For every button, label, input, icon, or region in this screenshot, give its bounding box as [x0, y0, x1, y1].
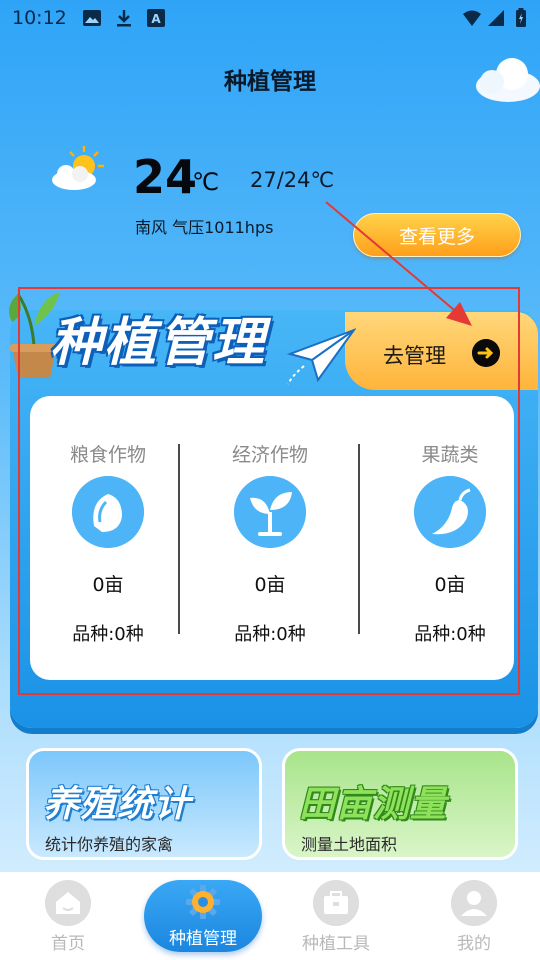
status-time: 10:12	[12, 7, 67, 29]
home-icon	[45, 880, 91, 926]
sun-cloud-icon	[52, 146, 104, 190]
signal-icon	[488, 10, 504, 26]
breeding-stats-card[interactable]: 养殖统计 统计你养殖的家禽	[26, 748, 262, 860]
image-icon	[83, 10, 101, 26]
battery-icon	[516, 8, 526, 27]
nav-label: 我的	[457, 934, 491, 954]
feature-title: 养殖统计	[43, 784, 192, 825]
cloud-icon	[476, 58, 540, 102]
font-icon: A	[147, 9, 165, 27]
status-bar: 10:12 A	[0, 0, 540, 38]
annotation-box	[18, 287, 520, 695]
nav-label: 种植工具	[302, 934, 370, 954]
temperature-value: 24	[133, 150, 198, 204]
nav-label[interactable]: 种植管理	[144, 924, 262, 949]
annotation-arrow-icon	[325, 201, 472, 326]
bottom-nav: 首页 种植工具 我的	[0, 872, 540, 960]
field-measure-card[interactable]: 田亩测量 测量土地面积	[282, 748, 518, 860]
download-icon	[117, 10, 131, 27]
svg-text:A: A	[151, 12, 161, 26]
gear-icon[interactable]	[185, 884, 221, 920]
temperature-range: 27/24℃	[250, 168, 335, 192]
toolbox-icon	[313, 880, 359, 926]
feature-subtitle: 测量土地面积	[301, 835, 398, 854]
weather-description: 南风 气压1011hps	[135, 218, 274, 237]
nav-profile[interactable]: 我的	[414, 872, 534, 960]
feature-subtitle: 统计你养殖的家禽	[45, 835, 174, 854]
page-title: 种植管理	[224, 69, 316, 95]
user-icon	[451, 880, 497, 926]
nav-tools[interactable]: 种植工具	[276, 872, 396, 960]
nav-label: 首页	[51, 934, 85, 954]
nav-home[interactable]: 首页	[8, 872, 128, 960]
temperature-unit: ℃	[192, 168, 219, 196]
wifi-icon	[463, 10, 481, 26]
feature-title: 田亩测量	[299, 784, 448, 825]
